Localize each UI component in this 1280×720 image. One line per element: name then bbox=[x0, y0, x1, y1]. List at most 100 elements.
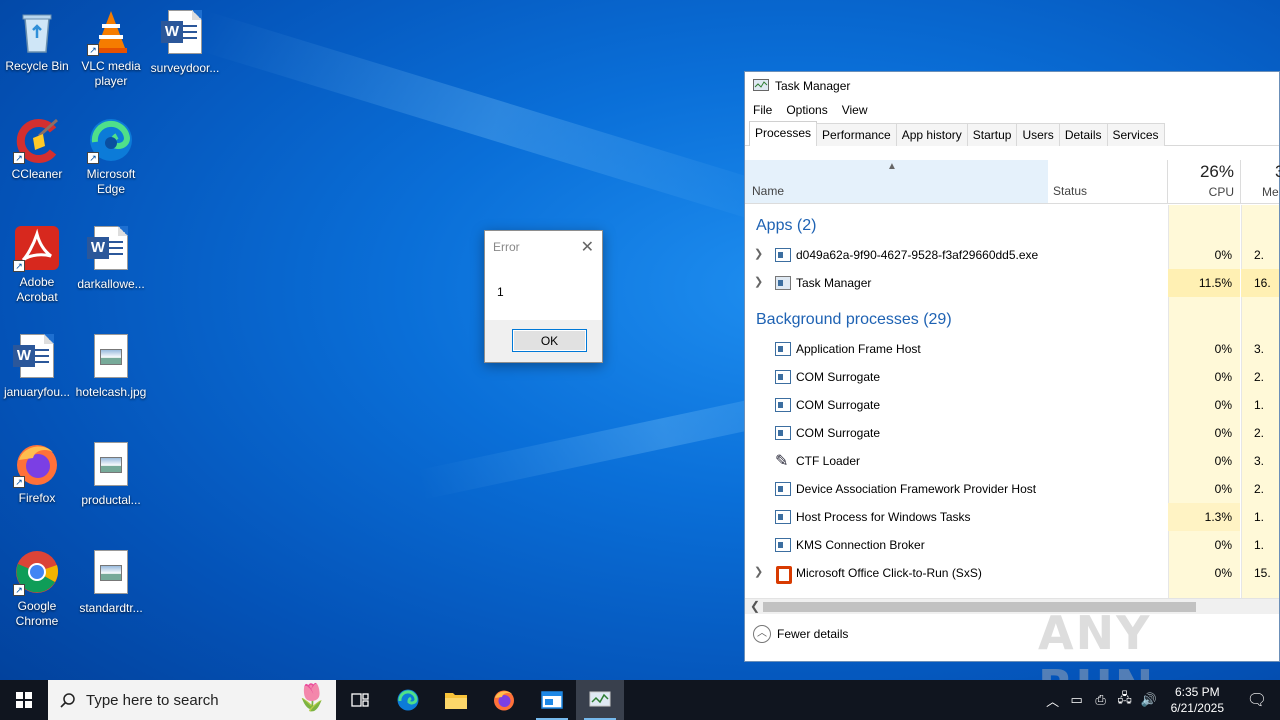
process-name: Microsoft Office Click-to-Run (SxS) bbox=[796, 566, 982, 580]
process-row[interactable]: Application Frame Host 0% 3. bbox=[745, 335, 1279, 363]
word-document-icon: W bbox=[87, 226, 135, 274]
process-memory: 15. bbox=[1254, 566, 1271, 580]
search-placeholder: Type here to search bbox=[86, 691, 219, 709]
process-cpu: 11.5% bbox=[1168, 269, 1240, 297]
desktop-icon-surveydoor[interactable]: W surveydoor... bbox=[148, 8, 222, 76]
dialog-message: 1 bbox=[497, 285, 504, 299]
process-row[interactable]: Device Association Framework Provider Ho… bbox=[745, 475, 1279, 503]
desktop-icon-chrome[interactable]: ↗ Google Chrome bbox=[0, 548, 74, 629]
taskbar-file-explorer-button[interactable] bbox=[432, 680, 480, 720]
desktop-icon-productal[interactable]: productal... bbox=[74, 440, 148, 508]
vlc-cone-icon: ↗ bbox=[87, 8, 135, 56]
desktop-icon-hotelcash[interactable]: hotelcash.jpg bbox=[74, 332, 148, 400]
process-cpu: 0% bbox=[1214, 370, 1232, 384]
start-button[interactable] bbox=[0, 680, 48, 720]
app-window-icon bbox=[541, 691, 563, 709]
desktop-icon-darkallowe[interactable]: W darkallowe... bbox=[74, 224, 148, 292]
task-view-button[interactable] bbox=[336, 680, 384, 720]
process-row[interactable]: CTF Loader 0% 3. bbox=[745, 447, 1279, 475]
process-cpu: 0% bbox=[1214, 398, 1232, 412]
tab-details[interactable]: Details bbox=[1058, 123, 1108, 146]
chevron-right-icon[interactable]: ❯ bbox=[754, 247, 763, 260]
tab-performance[interactable]: Performance bbox=[816, 123, 897, 146]
close-icon[interactable]: ✕ bbox=[581, 237, 594, 257]
tab-startup[interactable]: Startup bbox=[966, 123, 1018, 146]
tab-services[interactable]: Services bbox=[1106, 123, 1165, 146]
fewer-details-button[interactable]: ︿ Fewer details bbox=[753, 625, 848, 643]
clock-time: 6:35 PM bbox=[1174, 685, 1220, 699]
notification-center-icon[interactable]: 🗨 bbox=[1234, 690, 1280, 710]
app-window-icon bbox=[775, 538, 791, 552]
apps-group-header: Apps (2) bbox=[756, 217, 817, 234]
desktop-icon-edge[interactable]: ↗ Microsoft Edge bbox=[74, 116, 148, 197]
desktop-icon-label: januaryfou... bbox=[3, 385, 71, 399]
clock[interactable]: 6:35 PM 6/21/2025 bbox=[1161, 684, 1234, 716]
taskbar-window-app-button[interactable] bbox=[528, 680, 576, 720]
process-cpu: 0% bbox=[1214, 342, 1232, 356]
process-name: CTF Loader bbox=[796, 454, 861, 468]
menu-options[interactable]: Options bbox=[786, 103, 827, 119]
ok-button[interactable]: OK bbox=[512, 329, 587, 352]
process-name: Task Manager bbox=[796, 276, 872, 290]
process-memory: 16. bbox=[1241, 269, 1279, 297]
taskbar: Type here to search 🌷 ︿ ▭ ⎙ 🖧 🔊 6:35 PM … bbox=[0, 680, 1280, 720]
chevron-up-icon[interactable]: ︿ bbox=[1041, 691, 1065, 710]
desktop-icon-adobe-acrobat[interactable]: ↗ Adobe Acrobat bbox=[0, 224, 74, 305]
process-name: COM Surrogate bbox=[796, 370, 881, 384]
desktop-icon-standardtr[interactable]: standardtr... bbox=[74, 548, 148, 616]
taskbar-edge-button[interactable] bbox=[384, 680, 432, 720]
system-tray: ︿ ▭ ⎙ 🖧 🔊 6:35 PM 6/21/2025 🗨 bbox=[1041, 680, 1280, 720]
desktop-icon-januaryfou[interactable]: W januaryfou... bbox=[0, 332, 74, 400]
taskbar-task-manager-button[interactable] bbox=[576, 680, 624, 720]
process-row[interactable]: ❯ Task Manager 11.5% 16. bbox=[745, 269, 1279, 297]
column-header-status[interactable]: Status bbox=[1053, 184, 1087, 198]
process-row[interactable]: ❯ Microsoft Office Click-to-Run (SxS) 0%… bbox=[745, 559, 1279, 587]
chevron-right-icon[interactable]: ❯ bbox=[754, 275, 763, 288]
tab-processes[interactable]: Processes bbox=[749, 121, 818, 146]
desktop-icon-vlc[interactable]: ↗ VLC media player bbox=[74, 8, 148, 89]
process-row[interactable]: KMS Connection Broker 0% 1. bbox=[745, 531, 1279, 559]
desktop-icon-label: productal... bbox=[81, 493, 141, 507]
tab-users[interactable]: Users bbox=[1016, 123, 1060, 146]
window-titlebar[interactable]: Task Manager bbox=[745, 72, 1279, 100]
menu-view[interactable]: View bbox=[842, 103, 868, 119]
shortcut-arrow-icon: ↗ bbox=[13, 584, 25, 596]
column-header-memory[interactable]: 3 Me bbox=[1241, 160, 1280, 203]
network-icon[interactable]: 🖧 bbox=[1113, 689, 1137, 711]
process-row[interactable]: COM Surrogate 0% 2. bbox=[745, 419, 1279, 447]
tab-app-history[interactable]: App history bbox=[895, 123, 968, 146]
desktop-icon-label: CCleaner bbox=[11, 167, 63, 181]
taskbar-firefox-button[interactable] bbox=[480, 680, 528, 720]
usb-device-icon[interactable]: ⎙ bbox=[1089, 692, 1113, 708]
column-header-cpu[interactable]: 26% CPU bbox=[1168, 160, 1240, 203]
desktop-icon-ccleaner[interactable]: ↗ CCleaner bbox=[0, 116, 74, 182]
process-row[interactable]: COM Surrogate 0% 1. bbox=[745, 391, 1279, 419]
ccleaner-icon: ↗ bbox=[13, 116, 61, 164]
column-header-name[interactable]: ▲ Name bbox=[745, 160, 1048, 203]
volume-icon[interactable]: 🔊 bbox=[1137, 692, 1161, 708]
chevron-right-icon[interactable]: ❯ bbox=[754, 565, 763, 578]
firefox-icon bbox=[494, 690, 514, 711]
shortcut-arrow-icon: ↗ bbox=[13, 476, 25, 488]
desktop-icon-label: Firefox bbox=[18, 491, 56, 505]
process-row[interactable]: Host Process for Windows Tasks 1.3% 1. bbox=[745, 503, 1279, 531]
menu-file[interactable]: File bbox=[753, 103, 772, 119]
process-memory: 3. bbox=[1254, 454, 1265, 468]
desktop-icon-firefox[interactable]: ↗ Firefox bbox=[0, 440, 74, 506]
shortcut-arrow-icon: ↗ bbox=[13, 260, 25, 272]
desktop-icon-label: darkallowe... bbox=[77, 277, 145, 291]
process-name: COM Surrogate bbox=[796, 398, 881, 412]
edge-icon: ↗ bbox=[87, 116, 135, 164]
desktop-icon-recycle-bin[interactable]: Recycle Bin bbox=[0, 8, 74, 74]
process-cpu: 0% bbox=[1214, 566, 1232, 580]
search-icon bbox=[60, 693, 75, 708]
tab-strip: Processes Performance App history Startu… bbox=[745, 121, 1279, 146]
process-row[interactable]: ❯ d049a62a-9f90-4627-9528-f3af29660dd5.e… bbox=[745, 241, 1279, 269]
battery-icon[interactable]: ▭ bbox=[1065, 692, 1089, 708]
task-manager-icon bbox=[753, 79, 769, 91]
dialog-titlebar[interactable]: Error ✕ bbox=[485, 231, 602, 261]
search-box[interactable]: Type here to search 🌷 bbox=[48, 680, 336, 720]
image-file-icon bbox=[87, 334, 135, 382]
scroll-left-icon[interactable]: ❮ bbox=[750, 599, 760, 613]
process-row[interactable]: COM Surrogate 0% 2. bbox=[745, 363, 1279, 391]
